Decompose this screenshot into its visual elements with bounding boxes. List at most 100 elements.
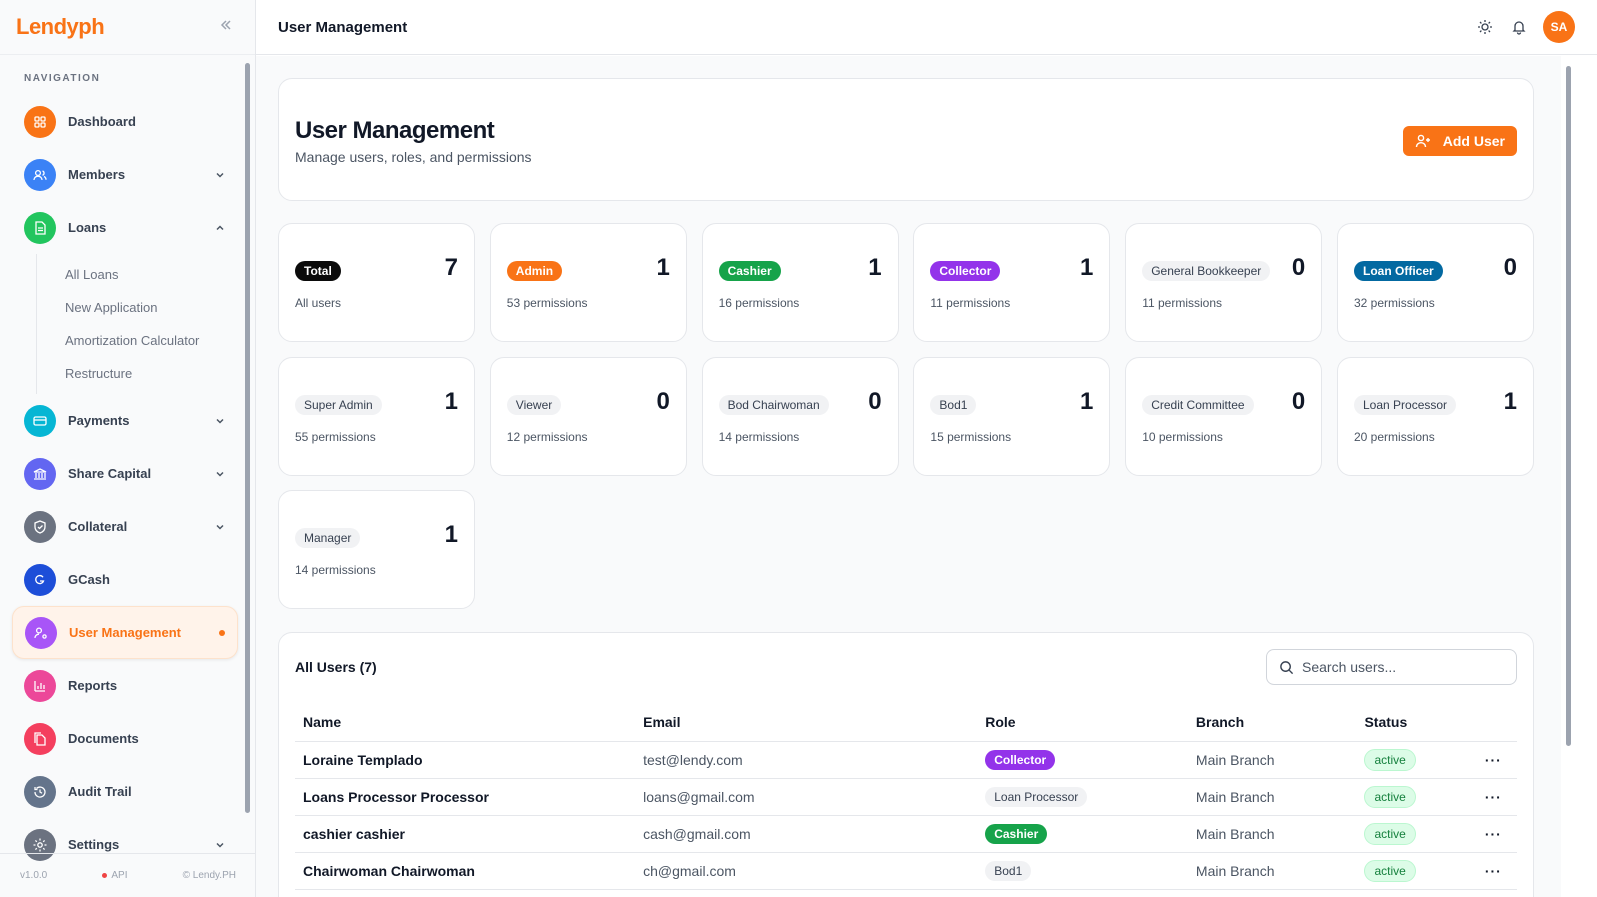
user-email: loans@gmail.com — [635, 778, 978, 816]
role-badge: Viewer — [506, 394, 562, 415]
user-branch: Main Branch — [1187, 778, 1357, 816]
role-badge: Super Admin — [295, 394, 382, 415]
table-row[interactable]: cashier cashier cash@gmail.com Cashier Main… — [295, 815, 1517, 853]
chevron-down-icon[interactable] — [214, 415, 226, 427]
role-stat-card: Bod1 1 15 permissions — [913, 356, 1111, 476]
avatar[interactable]: SA — [1543, 11, 1575, 43]
sidebar-item-audit-trail[interactable]: Audit Trail — [12, 765, 238, 818]
sidebar-item-label: GCash — [68, 572, 110, 587]
role-permissions: All users — [295, 296, 342, 310]
app-logo[interactable]: Lendyph — [16, 14, 105, 40]
subnav-item-restructure[interactable]: Restructure — [65, 357, 238, 390]
nav-heading: NAVIGATION — [24, 73, 101, 84]
role-badge: Loan Processor — [1354, 394, 1457, 415]
role-badge: Bod1 — [985, 860, 1032, 881]
role-count: 0 — [1291, 387, 1306, 415]
user-role-cell: Loan Processor — [977, 778, 1188, 816]
theme-toggle-icon[interactable] — [1473, 15, 1497, 39]
api-status: API — [102, 870, 128, 881]
sidebar-item-dashboard[interactable]: Dashboard — [12, 95, 238, 148]
sidebar-item-user-management[interactable]: User Management — [12, 606, 238, 659]
row-actions-button[interactable]: ··· — [1476, 741, 1517, 779]
bell-icon[interactable] — [1507, 15, 1531, 39]
copyright-label: © Lendy.PH — [182, 870, 236, 881]
sidebar-scroll-thumb[interactable] — [245, 63, 250, 813]
sidebar-nav: Dashboard Members Loans All Loans New Applic… — [12, 95, 238, 871]
user-plus-icon — [1415, 134, 1430, 148]
files-icon — [24, 722, 56, 755]
table-row[interactable]: Chairwoman Chairwoman ch@gmail.com Bod1 Mai… — [295, 852, 1517, 890]
subnav-item-new-application[interactable]: New Application — [65, 291, 238, 324]
column-header-role[interactable]: Role — [977, 703, 1188, 742]
role-permissions: 53 permissions — [506, 296, 588, 310]
table-row[interactable]: Loraine Templado test@lendy.com Collector M… — [295, 741, 1517, 779]
role-stat-card: General Bookkeeper 0 11 permissions — [1125, 223, 1323, 342]
sidebar-item-label: Collateral — [68, 519, 128, 534]
status-badge: active — [1364, 748, 1416, 771]
page-scroll-thumb[interactable] — [1566, 66, 1571, 746]
user-status-cell: active — [1356, 778, 1477, 816]
row-actions-button[interactable]: ··· — [1476, 815, 1517, 853]
sidebar-item-loans[interactable]: Loans — [12, 201, 238, 254]
chevron-down-icon[interactable] — [214, 169, 226, 181]
sidebar-item-payments[interactable]: Payments — [12, 394, 238, 447]
chevron-down-icon[interactable] — [214, 839, 226, 851]
row-actions-button[interactable]: ··· — [1476, 778, 1517, 816]
role-count: 7 — [444, 254, 458, 281]
sidebar-footer: v1.0.0 API © Lendy.PH — [0, 853, 256, 897]
role-count: 1 — [1080, 254, 1094, 281]
search-icon — [1280, 660, 1294, 674]
chevron-down-icon[interactable] — [214, 468, 226, 480]
subnav-item-amortization-calculator[interactable]: Amortization Calculator — [65, 324, 238, 357]
table-header-row: Name Email Role Branch Status — [295, 703, 1517, 742]
user-role-cell: Cashier — [977, 815, 1188, 853]
sidebar-item-collateral[interactable]: Collateral — [12, 500, 238, 553]
role-stat-card: Cashier 1 16 permissions — [701, 223, 899, 342]
role-stat-card: Collector 1 11 permissions — [913, 223, 1111, 342]
user-role-cell: Bod1 — [977, 852, 1188, 890]
column-header-branch[interactable]: Branch — [1187, 703, 1357, 742]
user-role-cell: Collector — [977, 741, 1188, 779]
role-permissions: 14 permissions — [295, 563, 376, 577]
sidebar-header: Lendyph — [0, 0, 255, 55]
chevron-up-icon[interactable] — [214, 222, 226, 234]
search-input[interactable] — [1302, 659, 1502, 675]
sidebar-item-label: Payments — [68, 413, 130, 428]
column-header-status[interactable]: Status — [1356, 703, 1477, 742]
chevron-down-icon[interactable] — [214, 521, 226, 533]
sidebar-item-reports[interactable]: Reports — [12, 659, 238, 712]
page-scrollbar[interactable] — [1561, 56, 1575, 897]
role-badge: Cashier — [718, 261, 781, 281]
role-badge: General Bookkeeper — [1142, 261, 1271, 281]
users-table-title: All Users (7) — [295, 659, 377, 675]
sidebar-item-documents[interactable]: Documents — [12, 712, 238, 765]
role-badge: Collector — [930, 261, 1001, 281]
user-email: test@lendy.com — [635, 741, 978, 779]
role-count: 1 — [1080, 387, 1094, 415]
sidebar-item-label: User Management — [69, 625, 181, 640]
user-name: cashier cashier — [295, 815, 636, 853]
role-permissions: 15 permissions — [930, 429, 1012, 444]
shield-icon — [24, 510, 56, 543]
sidebar-scrollbar[interactable] — [245, 58, 251, 844]
user-status-cell: active — [1356, 815, 1477, 853]
column-header-email[interactable]: Email — [635, 703, 978, 742]
role-stat-card: Super Admin 1 55 permissions — [278, 356, 475, 476]
chart-icon — [24, 669, 56, 702]
subnav-item-all-loans[interactable]: All Loans — [65, 258, 238, 291]
sidebar-item-members[interactable]: Members — [12, 148, 238, 201]
collapse-sidebar-icon[interactable] — [219, 18, 233, 37]
role-permissions: 16 permissions — [718, 296, 800, 310]
sidebar-item-share-capital[interactable]: Share Capital — [12, 447, 238, 500]
role-count: 1 — [656, 254, 670, 281]
sidebar-item-label: Reports — [68, 678, 118, 693]
sidebar-item-label: Share Capital — [68, 466, 152, 481]
sidebar-item-gcash[interactable]: GCash — [12, 553, 238, 606]
role-permissions: 10 permissions — [1142, 429, 1223, 444]
column-header-name[interactable]: Name — [295, 703, 636, 742]
search-box[interactable] — [1266, 649, 1517, 685]
table-row[interactable]: Loans Processor Processor loans@gmail.com… — [295, 778, 1517, 816]
add-user-button[interactable]: Add User — [1402, 126, 1517, 156]
row-actions-button[interactable]: ··· — [1476, 852, 1517, 890]
role-count: 0 — [1291, 254, 1306, 281]
